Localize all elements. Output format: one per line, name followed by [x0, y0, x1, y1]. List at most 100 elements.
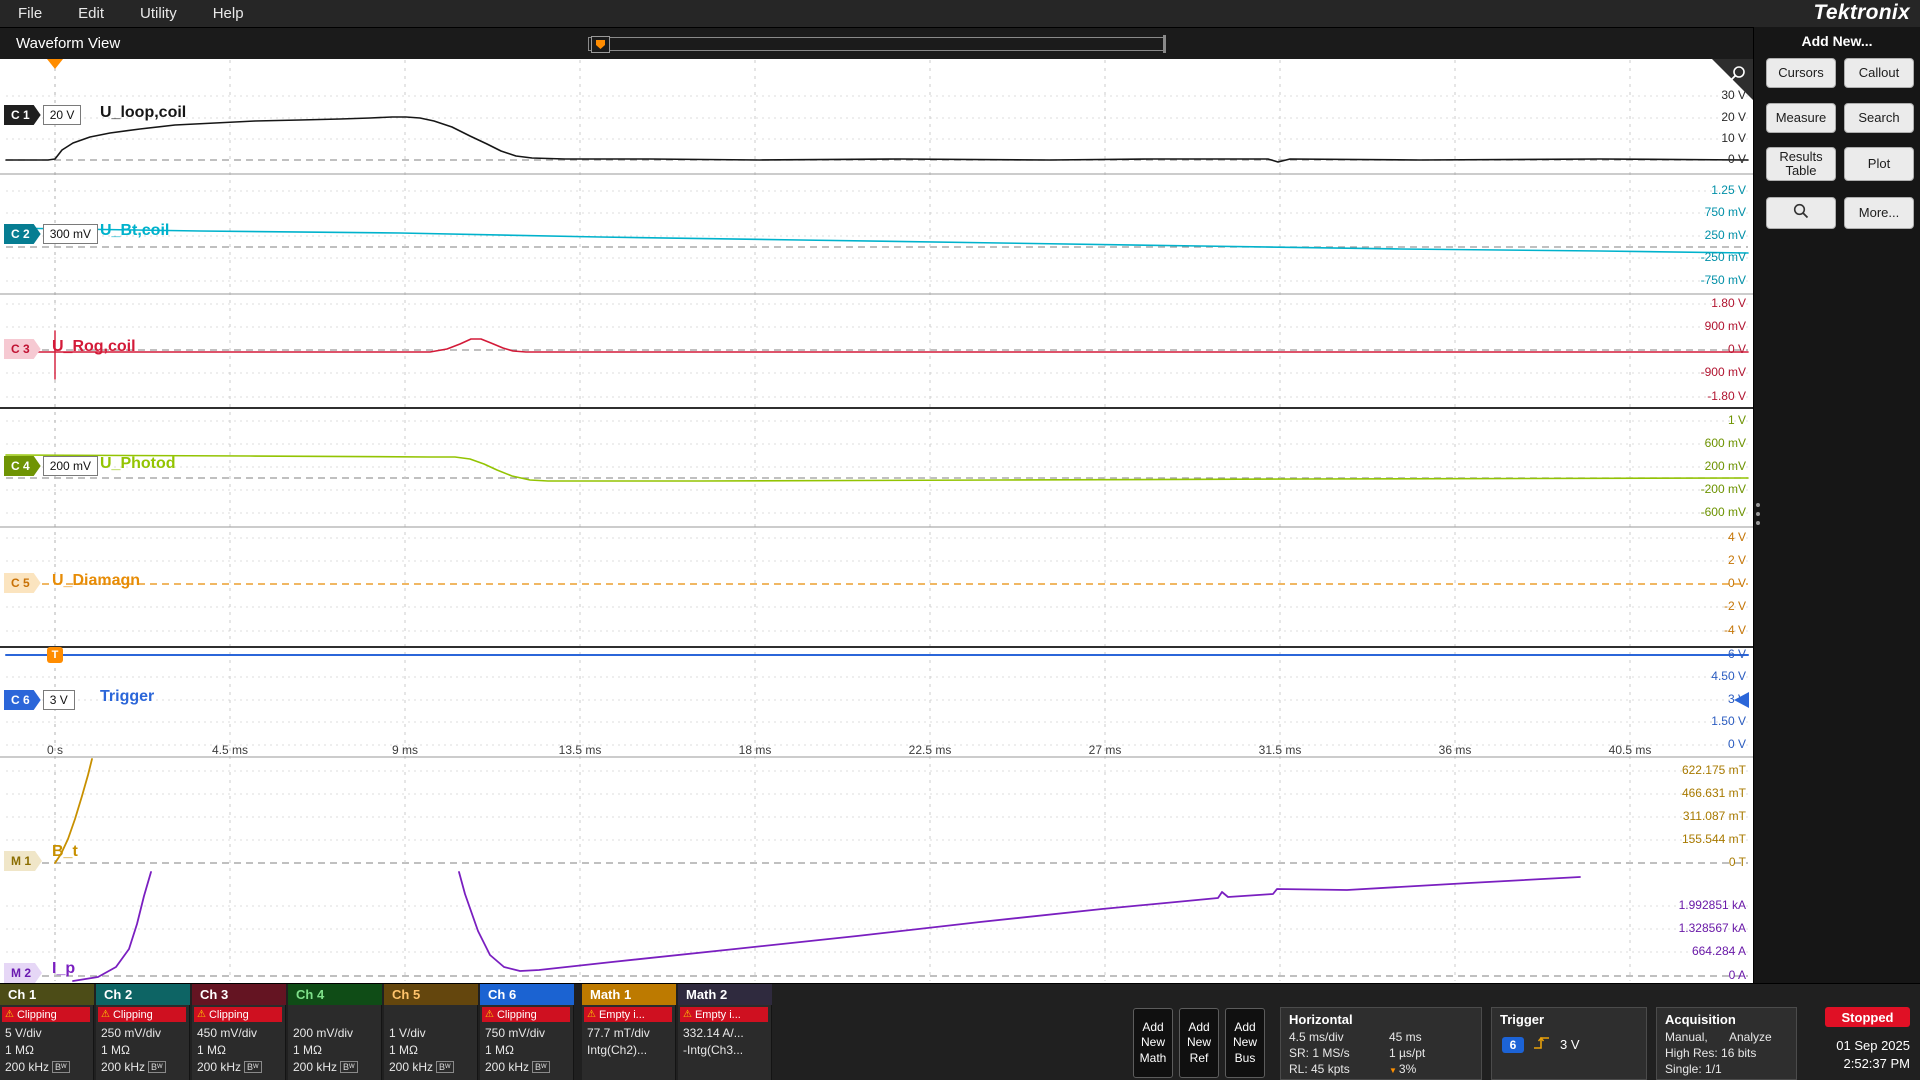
menu-utility[interactable]: Utility	[140, 5, 177, 22]
channel-tab-ch6[interactable]: Ch 6	[480, 984, 574, 1005]
add-new-math-button[interactable]: Add New Math	[1133, 1008, 1173, 1078]
channel-setting-row: 750 mV/div	[485, 1025, 571, 1042]
add-new-ref-button[interactable]: Add New Ref	[1179, 1008, 1219, 1078]
stopped-button[interactable]: Stopped	[1825, 1007, 1910, 1027]
channel-tab-ch3[interactable]: Ch 3	[192, 984, 286, 1005]
channel-badge-m2[interactable]: M 2	[4, 963, 42, 983]
panel-drag-handle[interactable]	[1755, 498, 1761, 538]
waveform-plot-area[interactable]: T 30 V20 V10 V0 VC 120 VU_loop,coil1.25 …	[0, 59, 1753, 983]
channel-tag-c4[interactable]: C 4	[4, 456, 41, 476]
callout-button[interactable]: Callout	[1844, 58, 1914, 88]
channel-column-math1[interactable]: Math 1 ⚠Empty i... 77.7 mT/divIntg(Ch2)...	[582, 984, 676, 1080]
axis-tick-c5: 2 V	[1576, 553, 1746, 567]
channel-tab-ch2[interactable]: Ch 2	[96, 984, 190, 1005]
channel-setting-row: 1 MΩ	[485, 1042, 571, 1059]
time-axis-label: 4.5 ms	[212, 743, 248, 757]
axis-tick-c2: 250 mV	[1576, 228, 1746, 242]
channel-badge-c6[interactable]: C 63 V	[4, 690, 75, 710]
channel-column-ch2[interactable]: Ch 2⚠Clipping250 mV/div1 MΩ200 kHzBᵂ	[96, 984, 190, 1080]
channel-tag-c2[interactable]: C 2	[4, 224, 41, 244]
channel-scale-c2[interactable]: 300 mV	[43, 224, 98, 244]
trigger-t-marker[interactable]: T	[47, 647, 63, 663]
channel-scale-c4[interactable]: 200 mV	[43, 456, 98, 476]
axis-tick-c6: 6 V	[1576, 647, 1746, 661]
axis-tick-c6: 0 V	[1576, 737, 1746, 751]
more-button[interactable]: More...	[1844, 197, 1914, 229]
channel-column-ch6[interactable]: Ch 6⚠Clipping750 mV/div1 MΩ200 kHzBᵂ	[480, 984, 574, 1080]
search-button[interactable]: Search	[1844, 103, 1914, 133]
trace-u-photod	[6, 455, 1748, 481]
warning-badge-ch1: ⚠Clipping	[2, 1007, 90, 1022]
zoom-button[interactable]	[1766, 197, 1836, 229]
channel-info-ch3[interactable]: ⚠Clipping450 mV/div1 MΩ200 kHzBᵂ	[192, 1005, 286, 1080]
channel-info-ch6[interactable]: ⚠Clipping750 mV/div1 MΩ200 kHzBᵂ	[480, 1005, 574, 1080]
channel-setting-row: -Intg(Ch3...	[683, 1042, 769, 1059]
results-table-button[interactable]: Results Table	[1766, 147, 1836, 181]
channel-badge-m1[interactable]: M 1	[4, 851, 42, 871]
menu-edit[interactable]: Edit	[78, 5, 104, 22]
add-new-bus-button[interactable]: Add New Bus	[1225, 1008, 1265, 1078]
trigger-time-marker-icon[interactable]	[47, 59, 63, 69]
channel-info-ch2[interactable]: ⚠Clipping250 mV/div1 MΩ200 kHzBᵂ	[96, 1005, 190, 1080]
zoom-corner-icon[interactable]	[1712, 59, 1753, 105]
trace-name-c1[interactable]: U_loop,coil	[100, 104, 186, 122]
warning-badge-math1: ⚠Empty i...	[584, 1007, 672, 1022]
channel-setting-row: 77.7 mT/div	[587, 1025, 673, 1042]
trace-name-m2[interactable]: I_p	[52, 960, 75, 978]
channel-tag-c5[interactable]: C 5	[4, 573, 41, 593]
channel-info-ch1[interactable]: ⚠Clipping5 V/div1 MΩ200 kHzBᵂ	[0, 1005, 94, 1080]
channel-tag-m1[interactable]: M 1	[4, 851, 42, 871]
trace-name-m1[interactable]: B_t	[52, 843, 78, 861]
horizontal-position-indicator[interactable]	[588, 37, 1166, 51]
warning-icon: ⚠	[5, 1009, 14, 1020]
channel-badge-c5[interactable]: C 5	[4, 573, 41, 593]
channel-info-ch4[interactable]: 200 mV/div1 MΩ200 kHzBᵂ	[288, 1005, 382, 1080]
channel-settings-ch3: 450 mV/div1 MΩ200 kHzBᵂ	[197, 1025, 283, 1076]
channel-tag-c6[interactable]: C 6	[4, 690, 41, 710]
channel-column-ch3[interactable]: Ch 3⚠Clipping450 mV/div1 MΩ200 kHzBᵂ	[192, 984, 286, 1080]
channel-tab-ch5[interactable]: Ch 5	[384, 984, 478, 1005]
trace-name-c3[interactable]: U_Rog,coil	[52, 338, 136, 356]
trace-name-c4[interactable]: U_Photod	[100, 455, 176, 473]
horizontal-span: 45 ms	[1389, 1029, 1422, 1045]
channel-tab-math1[interactable]: Math 1	[582, 984, 676, 1005]
channel-column-ch4[interactable]: Ch 4200 mV/div1 MΩ200 kHzBᵂ	[288, 984, 382, 1080]
channel-tab-ch1[interactable]: Ch 1	[0, 984, 94, 1005]
channel-tag-c1[interactable]: C 1	[4, 105, 41, 125]
channel-column-math2[interactable]: Math 2⚠Empty i...332.14 A/...-Intg(Ch3..…	[678, 984, 772, 1080]
channel-scale-c1[interactable]: 20 V	[43, 105, 82, 125]
channel-settings-math1: 77.7 mT/divIntg(Ch2)...	[587, 1025, 673, 1059]
measure-button[interactable]: Measure	[1766, 103, 1836, 133]
channel-tag-m2[interactable]: M 2	[4, 963, 42, 983]
channel-badge-c4[interactable]: C 4200 mV	[4, 456, 98, 476]
channel-info-math1[interactable]: ⚠Empty i... 77.7 mT/divIntg(Ch2)...	[582, 1005, 676, 1080]
channel-scale-c6[interactable]: 3 V	[43, 690, 75, 710]
trace-name-c6[interactable]: Trigger	[100, 688, 154, 706]
channel-badge-c1[interactable]: C 120 V	[4, 105, 81, 125]
plot-button[interactable]: Plot	[1844, 147, 1914, 181]
axis-tick-c1: 0 V	[1576, 152, 1746, 166]
cursors-button[interactable]: Cursors	[1766, 58, 1836, 88]
sample-interval: 1 µs/pt	[1389, 1045, 1425, 1061]
channel-info-ch5[interactable]: 1 V/div1 MΩ200 kHzBᵂ	[384, 1005, 478, 1080]
channel-tab-math2[interactable]: Math 2	[678, 984, 772, 1005]
menu-file[interactable]: File	[18, 5, 42, 22]
channel-column-ch1[interactable]: Ch 1⚠Clipping5 V/div1 MΩ200 kHzBᵂ	[0, 984, 94, 1080]
horizontal-panel[interactable]: Horizontal 4.5 ms/div45 ms SR: 1 MS/s1 µ…	[1280, 1007, 1482, 1080]
channel-badge-c3[interactable]: C 3	[4, 339, 41, 359]
trigger-panel[interactable]: Trigger 6 3 V	[1491, 1007, 1647, 1080]
trace-name-c5[interactable]: U_Diamagn	[52, 572, 140, 590]
axis-tick-m2: 1.328567 kA	[1576, 921, 1746, 935]
trace-name-c2[interactable]: U_Bt,coil	[100, 222, 169, 240]
channel-column-ch5[interactable]: Ch 51 V/div1 MΩ200 kHzBᵂ	[384, 984, 478, 1080]
axis-tick-c6: 1.50 V	[1576, 714, 1746, 728]
channel-settings-ch6: 750 mV/div1 MΩ200 kHzBᵂ	[485, 1025, 571, 1076]
trigger-position-marker[interactable]	[591, 36, 610, 53]
axis-tick-c3: 900 mV	[1576, 319, 1746, 333]
trigger-level-arrow-icon[interactable]	[1734, 692, 1749, 708]
channel-info-math2[interactable]: ⚠Empty i...332.14 A/...-Intg(Ch3...	[678, 1005, 772, 1080]
channel-tab-ch4[interactable]: Ch 4	[288, 984, 382, 1005]
channel-badge-c2[interactable]: C 2300 mV	[4, 224, 98, 244]
menu-help[interactable]: Help	[213, 5, 244, 22]
channel-tag-c3[interactable]: C 3	[4, 339, 41, 359]
